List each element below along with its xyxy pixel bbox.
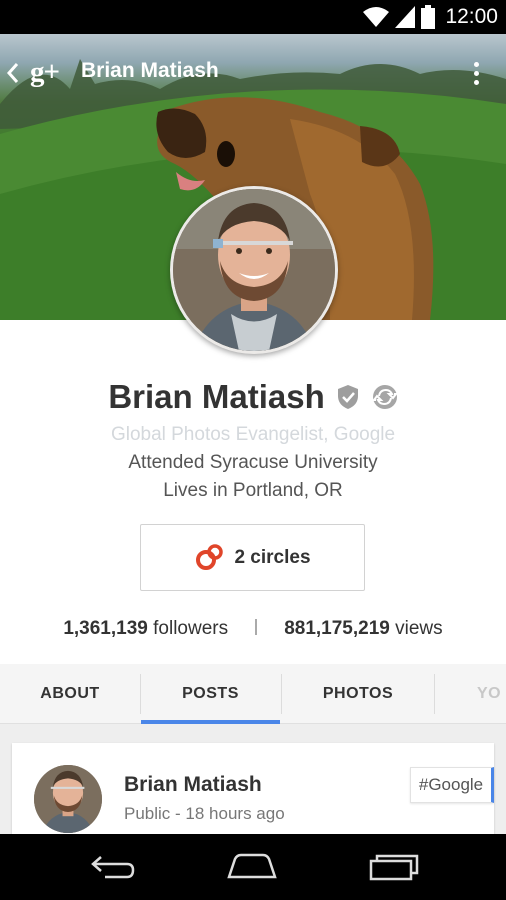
hashtag-chip[interactable]: #Google: [410, 767, 494, 803]
tab-posts[interactable]: POSTS: [141, 664, 280, 724]
circles-button[interactable]: 2 circles: [140, 524, 365, 591]
tab-bar: ABOUT POSTS PHOTOS YO: [0, 664, 506, 724]
views-label: views: [395, 618, 443, 639]
followers-count: 1,361,139: [63, 618, 148, 639]
wifi-icon: [363, 7, 390, 27]
sync-icon: [371, 385, 398, 409]
post-meta: Public - 18 hours ago: [124, 804, 285, 823]
back-icon[interactable]: [82, 848, 142, 886]
google-plus-logo[interactable]: g+: [30, 56, 60, 89]
tab-photos[interactable]: PHOTOS: [282, 664, 434, 724]
verified-shield-icon: [338, 385, 359, 409]
post-author-name[interactable]: Brian Matiash: [124, 773, 262, 797]
circles-label: 2 circles: [234, 546, 311, 568]
profile-location: Lives in Portland, OR: [163, 480, 343, 501]
profile-name-row: Brian Matiash: [0, 378, 506, 416]
tab-youtube[interactable]: YO: [435, 664, 506, 724]
stats-divider: [255, 619, 257, 635]
views-count: 881,175,219: [284, 618, 390, 639]
home-icon[interactable]: [222, 848, 282, 886]
profile-name: Brian Matiash: [108, 378, 325, 415]
followers-label: followers: [153, 618, 229, 639]
app-bar-title: Brian Matiash: [81, 59, 219, 82]
profile-tagline: Global Photos Evangelist, Google: [110, 424, 396, 445]
app-bar: g+ Brian Matiash: [0, 34, 506, 112]
profile-avatar[interactable]: [170, 186, 338, 354]
overflow-menu-icon[interactable]: [472, 62, 480, 88]
back-chevron-icon[interactable]: [4, 58, 22, 88]
status-icons: 12:00: [363, 3, 498, 31]
battery-icon: [421, 5, 436, 29]
status-bar: 12:00: [0, 0, 506, 34]
recents-icon[interactable]: [364, 848, 424, 886]
profile-education: Attended Syracuse University: [128, 452, 378, 473]
system-nav-bar: [0, 834, 506, 900]
signal-icon: [395, 6, 416, 28]
status-time: 12:00: [445, 5, 498, 28]
tab-about[interactable]: ABOUT: [0, 664, 140, 724]
post-author-avatar[interactable]: [34, 765, 102, 833]
profile-stats: 1,361,139 followers 881,175,219 views: [0, 618, 506, 640]
post-avatar-portrait: [34, 765, 102, 833]
avatar-portrait: [173, 189, 335, 351]
circles-icon: [196, 543, 224, 570]
